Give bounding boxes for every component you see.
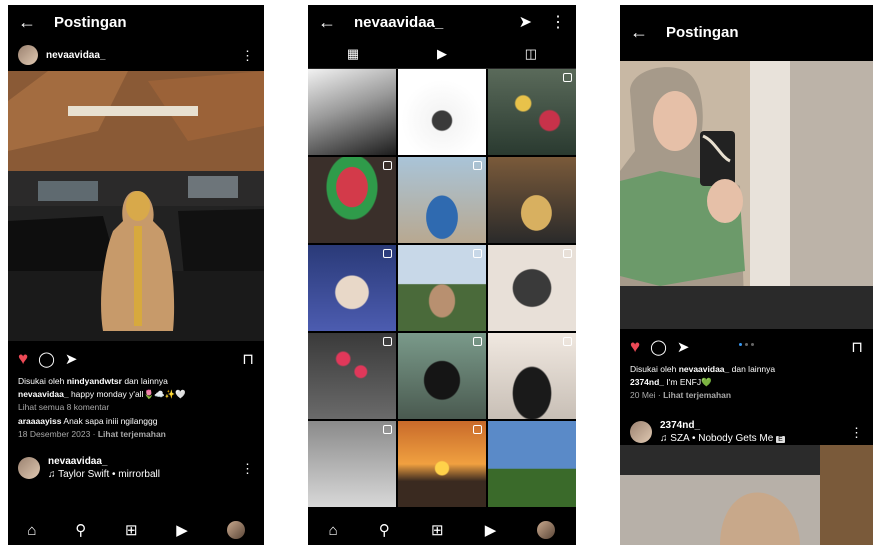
post-username[interactable]: nevaavidaa_ [46, 50, 106, 61]
music-label[interactable]: Taylor Swift • mirrorball [58, 469, 160, 480]
translate-link[interactable]: Lihat terjemahan [98, 429, 166, 439]
grid-post[interactable] [308, 333, 396, 419]
likes-line: Disukai oleh nindyandwtsr dan lainnya [18, 376, 168, 386]
search-icon[interactable]: ⚲ [75, 521, 86, 539]
more-options-icon[interactable]: ⋮ [550, 12, 566, 32]
profile-header: ← nevaavidaa_ ➤ ⋮ [308, 5, 576, 39]
post-header: ← Postingan [8, 5, 264, 39]
back-arrow-icon[interactable]: ← [630, 23, 648, 41]
post-photo[interactable] [8, 71, 264, 341]
share-icon[interactable]: ➤ [677, 338, 690, 356]
grid-tab-icon[interactable]: ▦ [347, 46, 359, 62]
music-icon: ♫ [660, 433, 668, 445]
next-post-username[interactable]: nevaavidaa_ [48, 456, 108, 467]
bottom-nav: ⌂ ⚲ ⊞ ▶ [8, 515, 264, 545]
back-arrow-icon[interactable]: ← [318, 13, 336, 31]
create-post-icon[interactable]: ⊞ [431, 521, 444, 539]
next-post-image [620, 445, 873, 545]
grid-post[interactable] [308, 421, 396, 507]
caption-user[interactable]: nevaavidaa_ [18, 389, 69, 399]
share-icon[interactable]: ➤ [65, 350, 78, 368]
bookmark-icon[interactable]: ⊓ [242, 350, 254, 368]
grid-post[interactable] [488, 157, 576, 243]
more-options-icon[interactable]: ⋮ [241, 49, 254, 62]
grid-post[interactable] [308, 245, 396, 331]
bottom-nav: ⌂ ⚲ ⊞ ▶ [308, 515, 576, 545]
post-actions: ♥ ◯ ➤ ⊓ [620, 329, 873, 361]
reels-icon[interactable]: ▶ [485, 521, 497, 539]
post-header: ← Postingan [620, 15, 873, 49]
grid-post[interactable] [398, 245, 486, 331]
profile-avatar-icon[interactable] [226, 521, 245, 539]
home-icon[interactable]: ⌂ [27, 522, 36, 539]
tagged-tab-icon[interactable]: ◫ [525, 46, 537, 62]
grid-post[interactable] [398, 157, 486, 243]
likes-line: Disukai oleh nevaavidaa_ dan lainnya [630, 364, 776, 374]
page-title: Postingan [54, 13, 127, 31]
profile-avatar-icon[interactable] [537, 521, 556, 539]
bookmark-icon[interactable]: ⊓ [851, 338, 863, 356]
back-arrow-icon[interactable]: ← [18, 13, 36, 31]
post-photo[interactable] [620, 61, 873, 329]
grid-post[interactable] [398, 69, 486, 155]
explicit-badge: E [776, 436, 785, 444]
grid-post[interactable] [488, 69, 576, 155]
liked-by-user[interactable]: nindyandwtsr [67, 376, 122, 386]
like-heart-icon[interactable]: ♥ [630, 337, 640, 357]
profile-tabs: ▦ ▶ ◫ [308, 39, 576, 69]
carousel-dots [620, 343, 873, 346]
comment-user[interactable]: araaaayiss [18, 416, 62, 426]
post-image [8, 71, 264, 341]
post-image [620, 61, 873, 329]
post-caption: Disukai oleh nindyandwtsr dan lainnya ne… [8, 373, 264, 443]
date-line: 20 Mei · Lihat terjemahan [630, 390, 732, 401]
avatar[interactable] [18, 45, 38, 65]
more-options-icon[interactable]: ⋮ [241, 462, 254, 475]
comment-icon[interactable]: ◯ [650, 338, 667, 356]
grid-post[interactable] [488, 421, 576, 507]
comment-icon[interactable]: ◯ [38, 350, 55, 368]
create-post-icon[interactable]: ⊞ [125, 521, 138, 539]
like-heart-icon[interactable]: ♥ [18, 349, 28, 369]
view-comments-link[interactable]: Lihat semua 8 komentar [18, 401, 254, 414]
grid-post[interactable] [398, 421, 486, 507]
reels-tab-icon[interactable]: ▶ [437, 46, 447, 62]
reels-icon[interactable]: ▶ [176, 521, 188, 539]
next-post-photo[interactable] [620, 445, 873, 545]
profile-grid-screen: ← nevaavidaa_ ➤ ⋮ ▦ ▶ ◫ ⌂ ⚲ ⊞ ▶ [308, 5, 576, 545]
grid-post[interactable] [398, 333, 486, 419]
post-screen-3: ← Postingan ♥ ◯ ➤ ⊓ Disukai oleh nevaavi… [620, 5, 873, 545]
direct-send-icon[interactable]: ➤ [519, 12, 532, 32]
caption-user[interactable]: 2374nd_ [630, 377, 664, 387]
page-title: Postingan [666, 23, 739, 41]
grid-post[interactable] [308, 69, 396, 155]
search-icon[interactable]: ⚲ [379, 521, 390, 539]
comment-line: araaaayiss Anak sapa iniii ngilanggg [18, 415, 158, 426]
post-user-row: nevaavidaa_ ⋮ [8, 39, 264, 71]
home-icon[interactable]: ⌂ [329, 522, 338, 539]
grid-post[interactable] [488, 245, 576, 331]
profile-username: nevaavidaa_ [354, 13, 444, 31]
post-grid [308, 69, 576, 507]
next-post-row: nevaavidaa_ ♫ Taylor Swift • mirrorball … [8, 449, 264, 488]
avatar[interactable] [18, 457, 40, 480]
grid-post[interactable] [308, 157, 396, 243]
post-caption: Disukai oleh nevaavidaa_ dan lainnya 237… [620, 361, 873, 405]
avatar[interactable] [630, 421, 652, 444]
caption-line: 2374nd_ I'm ENFJ💚 [630, 377, 712, 388]
liked-by-user[interactable]: nevaavidaa_ [679, 364, 730, 374]
grid-post[interactable] [488, 333, 576, 419]
music-icon: ♫ [48, 469, 56, 481]
date-line: 18 Desember 2023 · Lihat terjemahan [18, 428, 166, 439]
translate-link[interactable]: Lihat terjemahan [663, 390, 731, 400]
music-label[interactable]: SZA • Nobody Gets Me [670, 433, 773, 444]
post-screen-1: ← Postingan nevaavidaa_ ⋮ ♥ ◯ ➤ ⊓ Disuka… [8, 5, 264, 545]
post-actions: ♥ ◯ ➤ ⊓ [8, 341, 264, 373]
next-post-username[interactable]: 2374nd_ [660, 420, 700, 431]
caption-line: nevaavidaa_ happy monday y'all🌷☁️✨🤍 [18, 389, 186, 400]
more-options-icon[interactable]: ⋮ [850, 426, 863, 439]
